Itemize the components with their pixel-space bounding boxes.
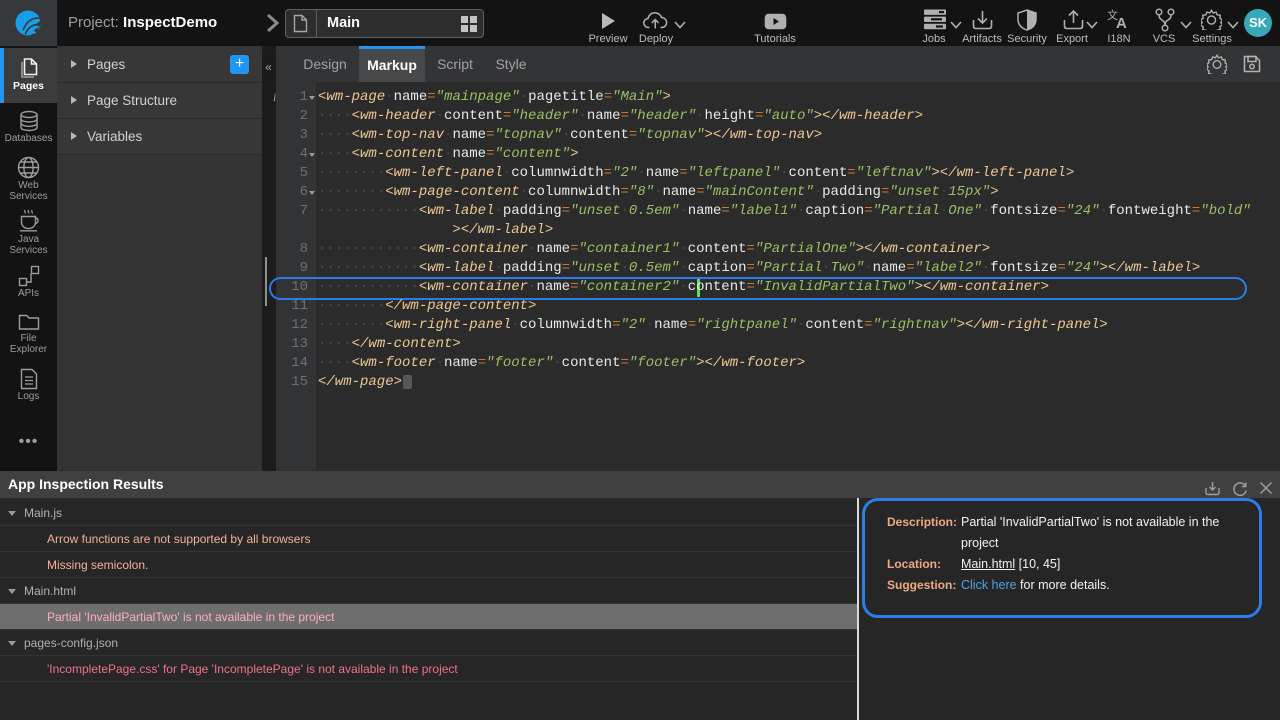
svg-text:A: A: [1116, 15, 1127, 31]
